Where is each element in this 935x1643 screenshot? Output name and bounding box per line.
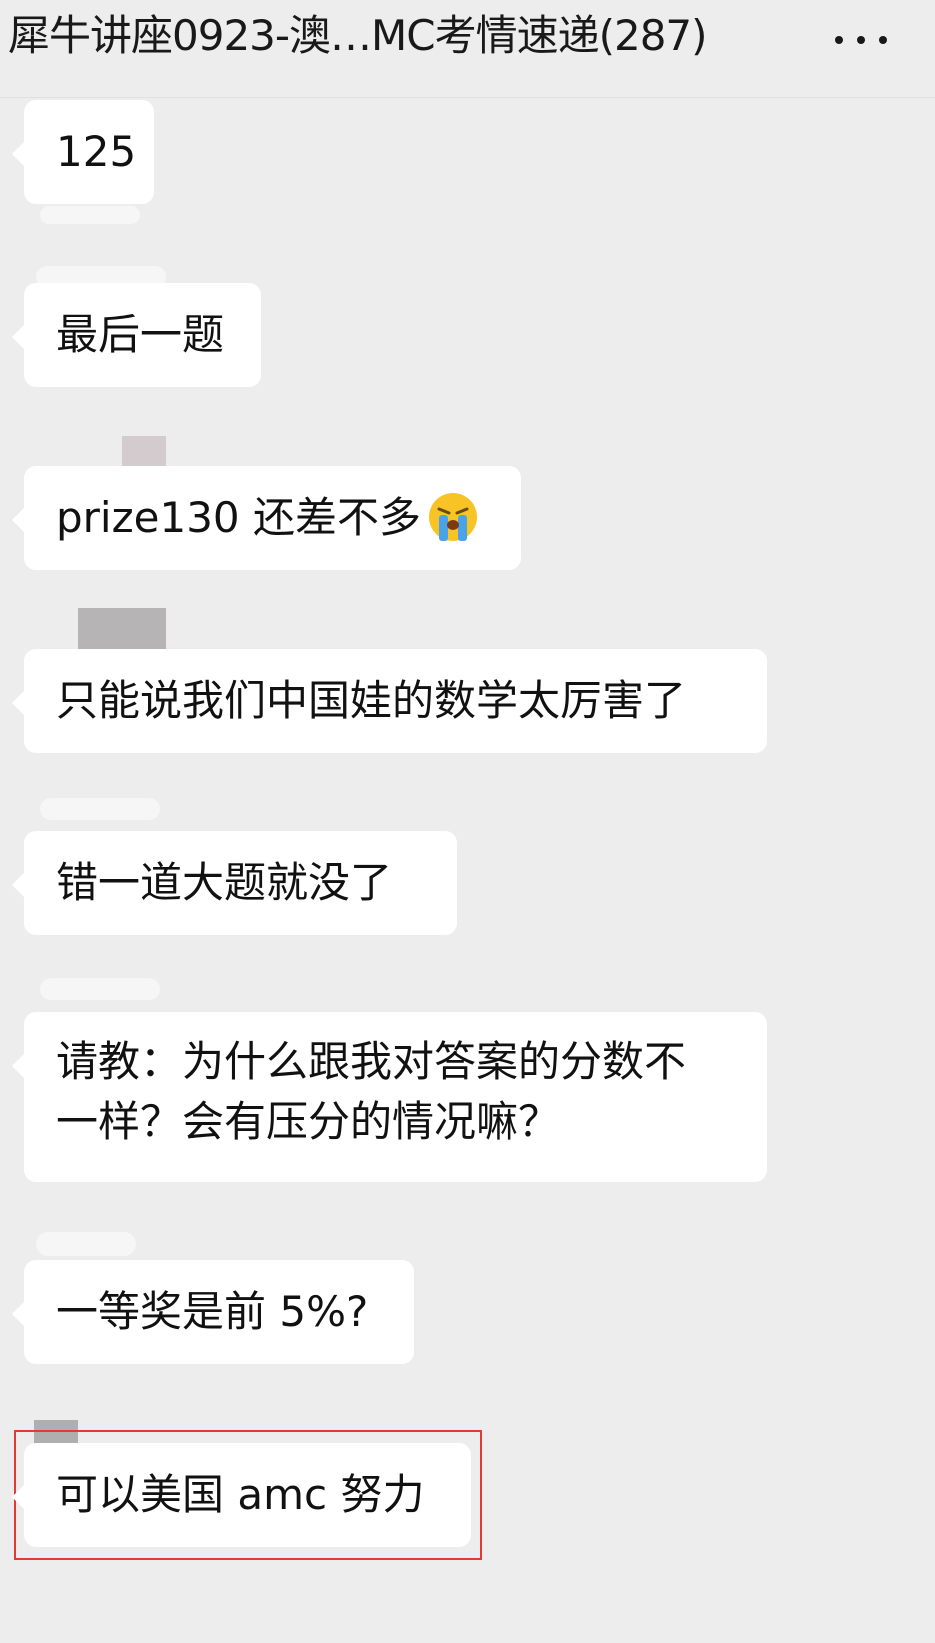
- message-text: 可以美国 amc 努力: [56, 1470, 425, 1519]
- message-bubble[interactable]: 一等奖是前 5%?: [12, 1260, 414, 1364]
- message-bubble[interactable]: prize130 还差不多: [12, 466, 521, 570]
- message-bubble[interactable]: 125: [12, 100, 154, 204]
- more-dot: [835, 36, 843, 44]
- blurred-sender-name: [40, 206, 140, 224]
- message-item: 错一道大题就没了: [12, 831, 457, 935]
- message-item: 请教：为什么跟我对答案的分数不 一样？会有压分的情况嘛？: [12, 1012, 767, 1182]
- crying-face-icon: [429, 492, 477, 541]
- message-bubble[interactable]: 只能说我们中国娃的数学太厉害了: [12, 649, 767, 753]
- message-item: 一等奖是前 5%?: [12, 1260, 414, 1364]
- message-text: 125: [56, 127, 137, 176]
- message-text-line-2: 一样？会有压分的情况嘛？: [56, 1097, 561, 1146]
- message-bubble[interactable]: 最后一题: [12, 283, 261, 387]
- message-bubble[interactable]: 错一道大题就没了: [12, 831, 457, 935]
- message-text: 一等奖是前 5%?: [56, 1287, 369, 1336]
- blurred-avatar: [78, 608, 166, 652]
- message-text-content: prize130 还差不多: [56, 493, 421, 542]
- message-item-highlighted: 可以美国 amc 努力: [12, 1443, 471, 1547]
- chat-title: 犀牛讲座0923-澳…MC考情速递(287): [8, 11, 708, 60]
- chat-message-list[interactable]: 125 最后一题 prize130 还差不多 只能说我们中国娃的数学太厉害了 错…: [0, 98, 935, 1643]
- message-item: 只能说我们中国娃的数学太厉害了: [12, 649, 767, 753]
- message-bubble[interactable]: 可以美国 amc 努力: [12, 1443, 471, 1547]
- message-item: 最后一题: [12, 283, 261, 387]
- more-icon[interactable]: [833, 18, 889, 58]
- message-text: prize130 还差不多: [56, 466, 489, 570]
- message-text: 错一道大题就没了: [56, 858, 393, 907]
- message-item: prize130 还差不多: [12, 466, 521, 570]
- blurred-sender-name: [36, 1232, 136, 1256]
- message-text: 最后一题: [56, 310, 225, 359]
- more-dot: [857, 36, 865, 44]
- message-item: 125: [12, 100, 154, 204]
- more-dot: [879, 36, 887, 44]
- blurred-sender-name: [40, 798, 160, 820]
- message-text-line-1: 请教：为什么跟我对答案的分数不: [56, 1037, 687, 1086]
- blurred-sender-name: [40, 978, 160, 1000]
- message-bubble[interactable]: 请教：为什么跟我对答案的分数不 一样？会有压分的情况嘛？: [12, 1012, 767, 1182]
- message-text: 只能说我们中国娃的数学太厉害了: [56, 676, 687, 725]
- chat-header: 犀牛讲座0923-澳…MC考情速递(287): [0, 0, 935, 98]
